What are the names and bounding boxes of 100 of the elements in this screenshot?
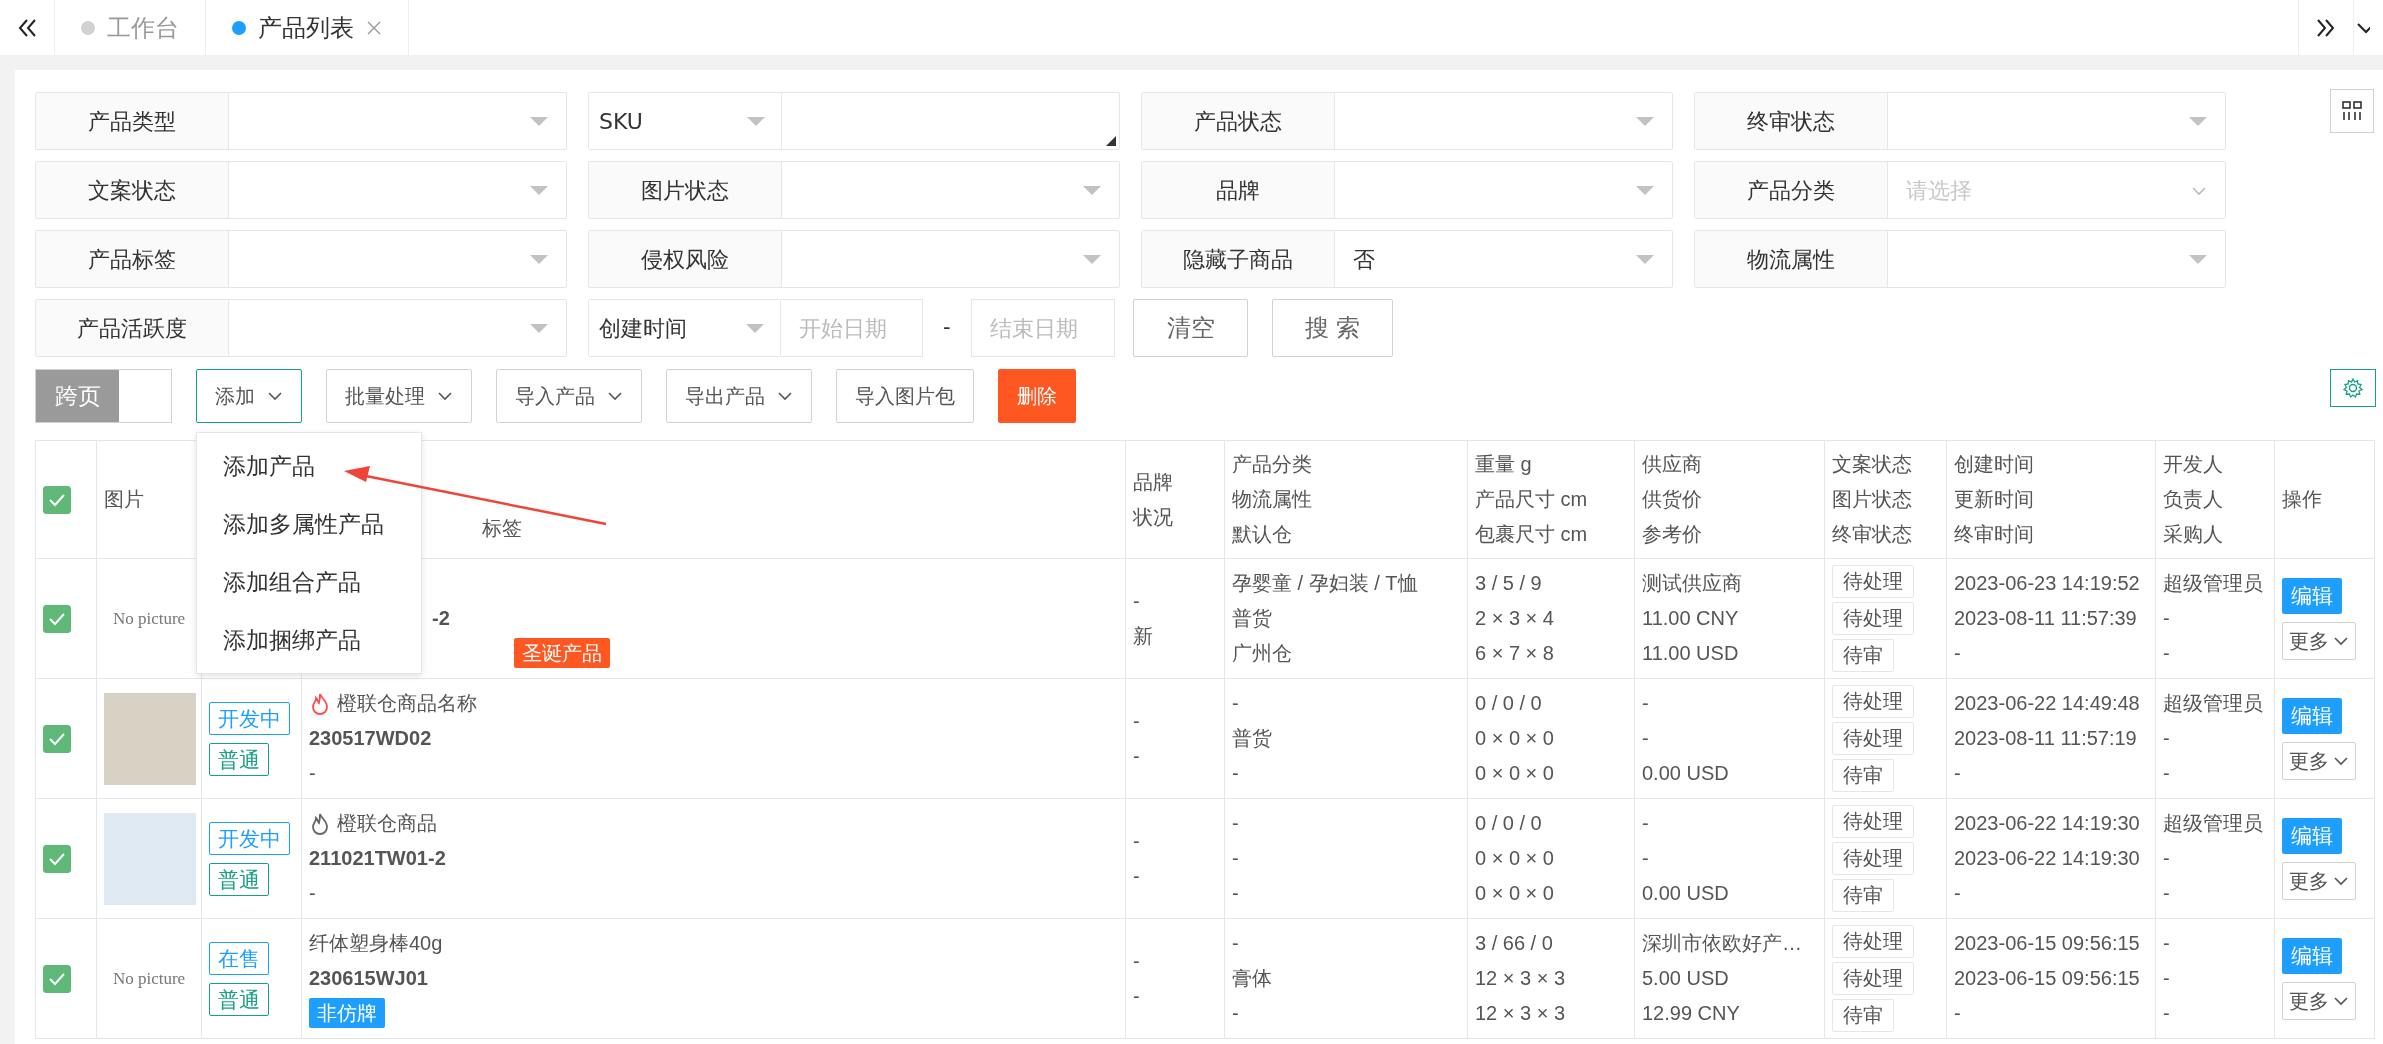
chevron-down-icon	[777, 389, 793, 403]
product-sku: -2	[432, 606, 451, 631]
settings-button[interactable]	[2330, 369, 2376, 407]
product-remark: -	[309, 761, 317, 786]
menu-item[interactable]: 添加产品	[197, 437, 421, 495]
supplier-text: 0.00 USD	[1642, 761, 1730, 786]
column-header: 重量 g	[1475, 452, 1533, 477]
size-text: 12 × 3 × 3	[1475, 966, 1567, 991]
size-text: 2 × 3 × 4	[1475, 606, 1555, 631]
time-text: -	[1954, 1001, 1962, 1026]
supplier-text: 11.00 USD	[1642, 641, 1740, 666]
supplier-text: 测试供应商	[1642, 571, 1743, 596]
dropdown-button[interactable]: 添加	[196, 369, 302, 423]
status-tag: 开发中	[209, 821, 290, 855]
brand-status-text: -	[1133, 948, 1141, 974]
dropdown-button[interactable]: 导出产品	[666, 369, 812, 423]
supplier-text: 深圳市依欧好产…	[1642, 931, 1803, 956]
checkbox[interactable]	[43, 964, 71, 993]
time-text: 2023-06-22 14:19:30	[1954, 846, 2141, 871]
time-text: 2023-06-22 14:49:48	[1954, 691, 2141, 716]
clear-button[interactable]: 清空	[1133, 299, 1248, 357]
chevron-down-icon	[267, 389, 283, 403]
review-status-tag: 待审	[1832, 999, 1894, 1032]
category-text: -	[1232, 846, 1240, 871]
brand-status-text: -	[1133, 743, 1141, 769]
review-status-tag: 待处理	[1832, 925, 1914, 958]
more-button[interactable]: 更多	[2282, 861, 2356, 900]
caret-icon	[746, 323, 764, 333]
field-type-dropdown[interactable]: 创建时间	[589, 300, 780, 356]
product-sku: 211021TW01-2	[309, 846, 447, 871]
person-text: -	[2163, 966, 2171, 991]
column-header: 操作	[2282, 487, 2323, 512]
column-header: 负责人	[2163, 487, 2224, 512]
import-button[interactable]: 导入图片包	[836, 369, 974, 423]
time-text: -	[1954, 641, 1962, 666]
status-tag: 普通	[209, 862, 269, 896]
status-tag: 在售	[209, 941, 269, 975]
size-text: 0 / 0 / 0	[1475, 691, 1543, 716]
category-text: 广州仓	[1232, 641, 1293, 666]
gear-icon	[2342, 377, 2364, 399]
status-tag: 普通	[209, 742, 269, 776]
supplier-text: 12.99 CNY	[1642, 1001, 1741, 1026]
status-dot	[81, 20, 95, 35]
person-text: -	[2163, 726, 2171, 751]
menu-item[interactable]: 添加组合产品	[197, 553, 421, 611]
more-button[interactable]: 更多	[2282, 981, 2356, 1020]
person-text: -	[2163, 931, 2171, 956]
menu-item[interactable]: 添加多属性产品	[197, 495, 421, 553]
supplier-text: 5.00 USD	[1642, 966, 1730, 991]
column-header: 参考价	[1642, 522, 1703, 547]
column-header: 终审时间	[1954, 522, 2035, 547]
column-header: 品牌	[1133, 469, 1174, 495]
time-text: -	[1954, 881, 1962, 906]
search-button[interactable]: 搜 索	[1272, 299, 1393, 357]
checkbox[interactable]	[43, 604, 71, 633]
product-tag: 圣诞产品	[514, 638, 610, 668]
product-name: 橙联仓商品名称	[337, 691, 477, 716]
supplier-text: -	[1642, 726, 1650, 751]
person-text: 超级管理员	[2163, 811, 2264, 836]
category-text: 普货	[1232, 726, 1273, 751]
column-header: 默认仓	[1232, 522, 1293, 547]
supplier-text: -	[1642, 691, 1650, 716]
column-settings-button[interactable]	[2330, 89, 2374, 133]
category-text: 普货	[1232, 606, 1273, 631]
date-separator: -	[943, 314, 951, 342]
dropdown-button[interactable]: 导入产品	[496, 369, 642, 423]
column-header: 包裹尺寸 cm	[1475, 522, 1589, 547]
more-button[interactable]: 更多	[2282, 621, 2356, 660]
supplier-text: 11.00 CNY	[1642, 606, 1740, 631]
grid-icon	[2341, 100, 2363, 122]
more-button[interactable]: 更多	[2282, 741, 2356, 780]
review-status-tag: 待处理	[1832, 565, 1914, 598]
review-status-tag: 待处理	[1832, 805, 1914, 838]
review-status-tag: 待审	[1832, 639, 1894, 672]
status-tag: 开发中	[209, 701, 290, 735]
person-text: -	[2163, 1001, 2171, 1026]
person-text: -	[2163, 606, 2171, 631]
column-header: 更新时间	[1954, 487, 2035, 512]
checkbox[interactable]	[43, 724, 71, 753]
time-text: 2023-08-11 11:57:19	[1954, 726, 2138, 751]
size-text: 6 × 7 × 8	[1475, 641, 1555, 666]
column-header: 供货价	[1642, 487, 1703, 512]
checkbox[interactable]	[43, 485, 71, 514]
size-text: 0 × 0 × 0	[1475, 726, 1555, 751]
brand-status-text: -	[1133, 588, 1141, 614]
category-text: -	[1232, 931, 1240, 956]
column-header: 标签	[482, 516, 523, 541]
person-text: -	[2163, 761, 2171, 786]
dropdown-button[interactable]: 批量处理	[326, 369, 472, 423]
time-text: 2023-06-23 14:19:52	[1954, 571, 2141, 596]
menu-item[interactable]: 添加捆绑产品	[197, 611, 421, 669]
review-status-tag: 待处理	[1832, 722, 1914, 755]
column-header: 采购人	[2163, 522, 2224, 547]
column-header: 终审状态	[1832, 522, 1913, 547]
column-header: 文案状态	[1832, 452, 1913, 477]
chevron-down-icon	[607, 389, 623, 403]
time-text: 2023-06-15 09:56:15	[1954, 966, 2141, 991]
brand-status-text: 新	[1133, 623, 1154, 649]
checkbox[interactable]	[43, 844, 71, 873]
time-text: -	[1954, 761, 1962, 786]
